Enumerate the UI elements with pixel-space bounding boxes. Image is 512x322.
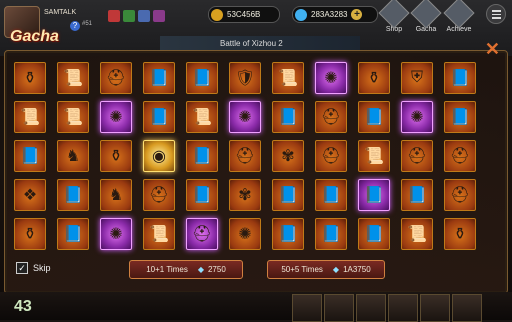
nav-gacha[interactable]: Gacha xyxy=(410,0,442,33)
draw-50-button[interactable]: 50+5 Times ◆ 1A3750 xyxy=(267,260,385,279)
potion-icon[interactable]: ⚱ xyxy=(14,218,46,250)
gacha-icon xyxy=(410,0,442,29)
skip-toggle[interactable]: ✓ Skip xyxy=(16,262,51,274)
book-icon[interactable]: 📘 xyxy=(358,101,390,133)
rune-icon[interactable]: ✺ xyxy=(229,101,261,133)
helmet-icon[interactable]: ⛑ xyxy=(186,218,218,250)
helmet-icon[interactable]: ⛑ xyxy=(143,179,175,211)
book-icon[interactable]: 📘 xyxy=(57,218,89,250)
checkbox-icon[interactable]: ✓ xyxy=(16,262,28,274)
hero-portrait[interactable] xyxy=(388,294,418,322)
gem-value: 283A3283 xyxy=(311,10,348,19)
rune-icon[interactable]: ✺ xyxy=(100,101,132,133)
scroll-icon[interactable]: 📜 xyxy=(14,101,46,133)
reward-grid: ⚱ 📜 ⛑ 📘 📘 🛡 📜 ✺ ⚱ ⛨ 📘 📜 📜 ✺ 📘 📜 ✺ 📘 ⛑ 📘 ✺ 📘 📘 ♞ ⚱ ◉ 📘 ⛑ ✾ ⛑ 📜 ⛑ ⛑ ❖ 📘 ♞ ⛑ 📘 ✾ 📘… xyxy=(14,62,476,250)
book-icon[interactable]: 📘 xyxy=(143,62,175,94)
scroll-icon[interactable]: 📜 xyxy=(358,140,390,172)
potion-icon[interactable]: ⚱ xyxy=(444,218,476,250)
event-icon[interactable] xyxy=(153,10,165,22)
book-icon[interactable]: 📘 xyxy=(358,218,390,250)
close-icon[interactable]: ✕ xyxy=(485,40,500,58)
book-icon[interactable]: 📘 xyxy=(186,179,218,211)
menu-icon[interactable] xyxy=(486,4,506,24)
shop-icon xyxy=(378,0,410,29)
helmet-icon[interactable]: ⛑ xyxy=(444,179,476,211)
hero-portrait[interactable] xyxy=(292,294,322,322)
gem-icon: ◆ xyxy=(197,265,204,274)
help-icon[interactable]: ? xyxy=(70,21,80,31)
helmet-icon[interactable]: ⛑ xyxy=(315,101,347,133)
coin-icon xyxy=(211,8,223,21)
helmet-icon[interactable]: ⛑ xyxy=(401,140,433,172)
nav-shop[interactable]: Shop xyxy=(378,0,410,33)
rune-icon[interactable]: ✺ xyxy=(315,62,347,94)
scroll-icon[interactable]: 📜 xyxy=(272,62,304,94)
player-name: SAMTALK xyxy=(44,9,77,16)
helmet-icon[interactable]: ⛑ xyxy=(444,140,476,172)
skip-label: Skip xyxy=(33,263,51,273)
draw-50-label: 50+5 Times xyxy=(281,265,323,274)
hero-portrait[interactable] xyxy=(420,294,450,322)
book-icon[interactable]: 📘 xyxy=(272,179,304,211)
scroll-icon[interactable]: 📜 xyxy=(57,62,89,94)
scroll-icon[interactable]: 📜 xyxy=(401,218,433,250)
book-icon[interactable]: 📘 xyxy=(315,179,347,211)
player-level: #51 xyxy=(82,21,93,27)
fan-icon[interactable]: ✾ xyxy=(229,179,261,211)
book-icon[interactable]: 📘 xyxy=(272,101,304,133)
book-icon[interactable]: 📘 xyxy=(57,179,89,211)
fan-icon[interactable]: ✾ xyxy=(272,140,304,172)
scroll-icon[interactable]: 📜 xyxy=(57,101,89,133)
rune-icon[interactable]: ✺ xyxy=(229,218,261,250)
coin-icon[interactable]: ◉ xyxy=(143,140,175,172)
book-icon[interactable]: 📘 xyxy=(444,101,476,133)
scroll-icon[interactable]: 📜 xyxy=(186,101,218,133)
book-icon[interactable]: 📘 xyxy=(186,62,218,94)
add-gems-button[interactable]: + xyxy=(351,9,363,20)
book-icon[interactable]: 📘 xyxy=(186,140,218,172)
quick-icons xyxy=(108,10,165,22)
draw-10-button[interactable]: 10+1 Times ◆ 2750 xyxy=(129,260,243,279)
hero-portrait[interactable] xyxy=(356,294,386,322)
armor-icon[interactable]: 🛡 xyxy=(229,62,261,94)
nav-achieve[interactable]: Achieve xyxy=(443,0,475,33)
book-icon[interactable]: 📘 xyxy=(143,101,175,133)
helmet-icon[interactable]: ⛑ xyxy=(315,140,347,172)
book-icon[interactable]: 📘 xyxy=(272,218,304,250)
shield-icon[interactable]: ⛨ xyxy=(401,62,433,94)
book-icon[interactable]: 📘 xyxy=(444,62,476,94)
book-icon[interactable]: 📘 xyxy=(315,218,347,250)
potion-icon[interactable]: ⚱ xyxy=(358,62,390,94)
book-icon[interactable]: 📘 xyxy=(401,179,433,211)
helmet-icon[interactable]: ⛑ xyxy=(229,140,261,172)
gem-icon xyxy=(295,8,307,21)
jade-icon[interactable]: ❖ xyxy=(14,179,46,211)
potion-icon[interactable]: ⚱ xyxy=(100,140,132,172)
task-icon[interactable] xyxy=(123,10,135,22)
rune-icon[interactable]: ✺ xyxy=(100,218,132,250)
horse-icon[interactable]: ♞ xyxy=(100,179,132,211)
draw-10-cost: 2750 xyxy=(207,265,226,274)
helmet-icon[interactable]: ⛑ xyxy=(100,62,132,94)
hero-portrait[interactable] xyxy=(324,294,354,322)
draw-50-cost: 1A3750 xyxy=(343,265,371,274)
book-icon[interactable]: 📘 xyxy=(358,179,390,211)
gold-value: 53C456B xyxy=(227,10,261,19)
hero-portrait[interactable] xyxy=(452,294,482,322)
horse-icon[interactable]: ♞ xyxy=(57,140,89,172)
mail-icon[interactable] xyxy=(108,10,120,22)
potion-icon[interactable]: ⚱ xyxy=(14,62,46,94)
footer-value: 43 xyxy=(14,298,32,315)
achieve-icon xyxy=(443,0,475,29)
gem-icon: ◆ xyxy=(332,265,340,274)
draw-10-label: 10+1 Times xyxy=(146,265,188,274)
gold-resource: 53C456B xyxy=(208,6,280,23)
gem-resource: 283A3283 + xyxy=(292,6,378,23)
scroll-icon[interactable]: 📜 xyxy=(143,218,175,250)
gacha-title: Gacha xyxy=(10,28,59,45)
book-icon[interactable]: 📘 xyxy=(14,140,46,172)
rune-icon[interactable]: ✺ xyxy=(401,101,433,133)
chat-icon[interactable] xyxy=(138,10,150,22)
